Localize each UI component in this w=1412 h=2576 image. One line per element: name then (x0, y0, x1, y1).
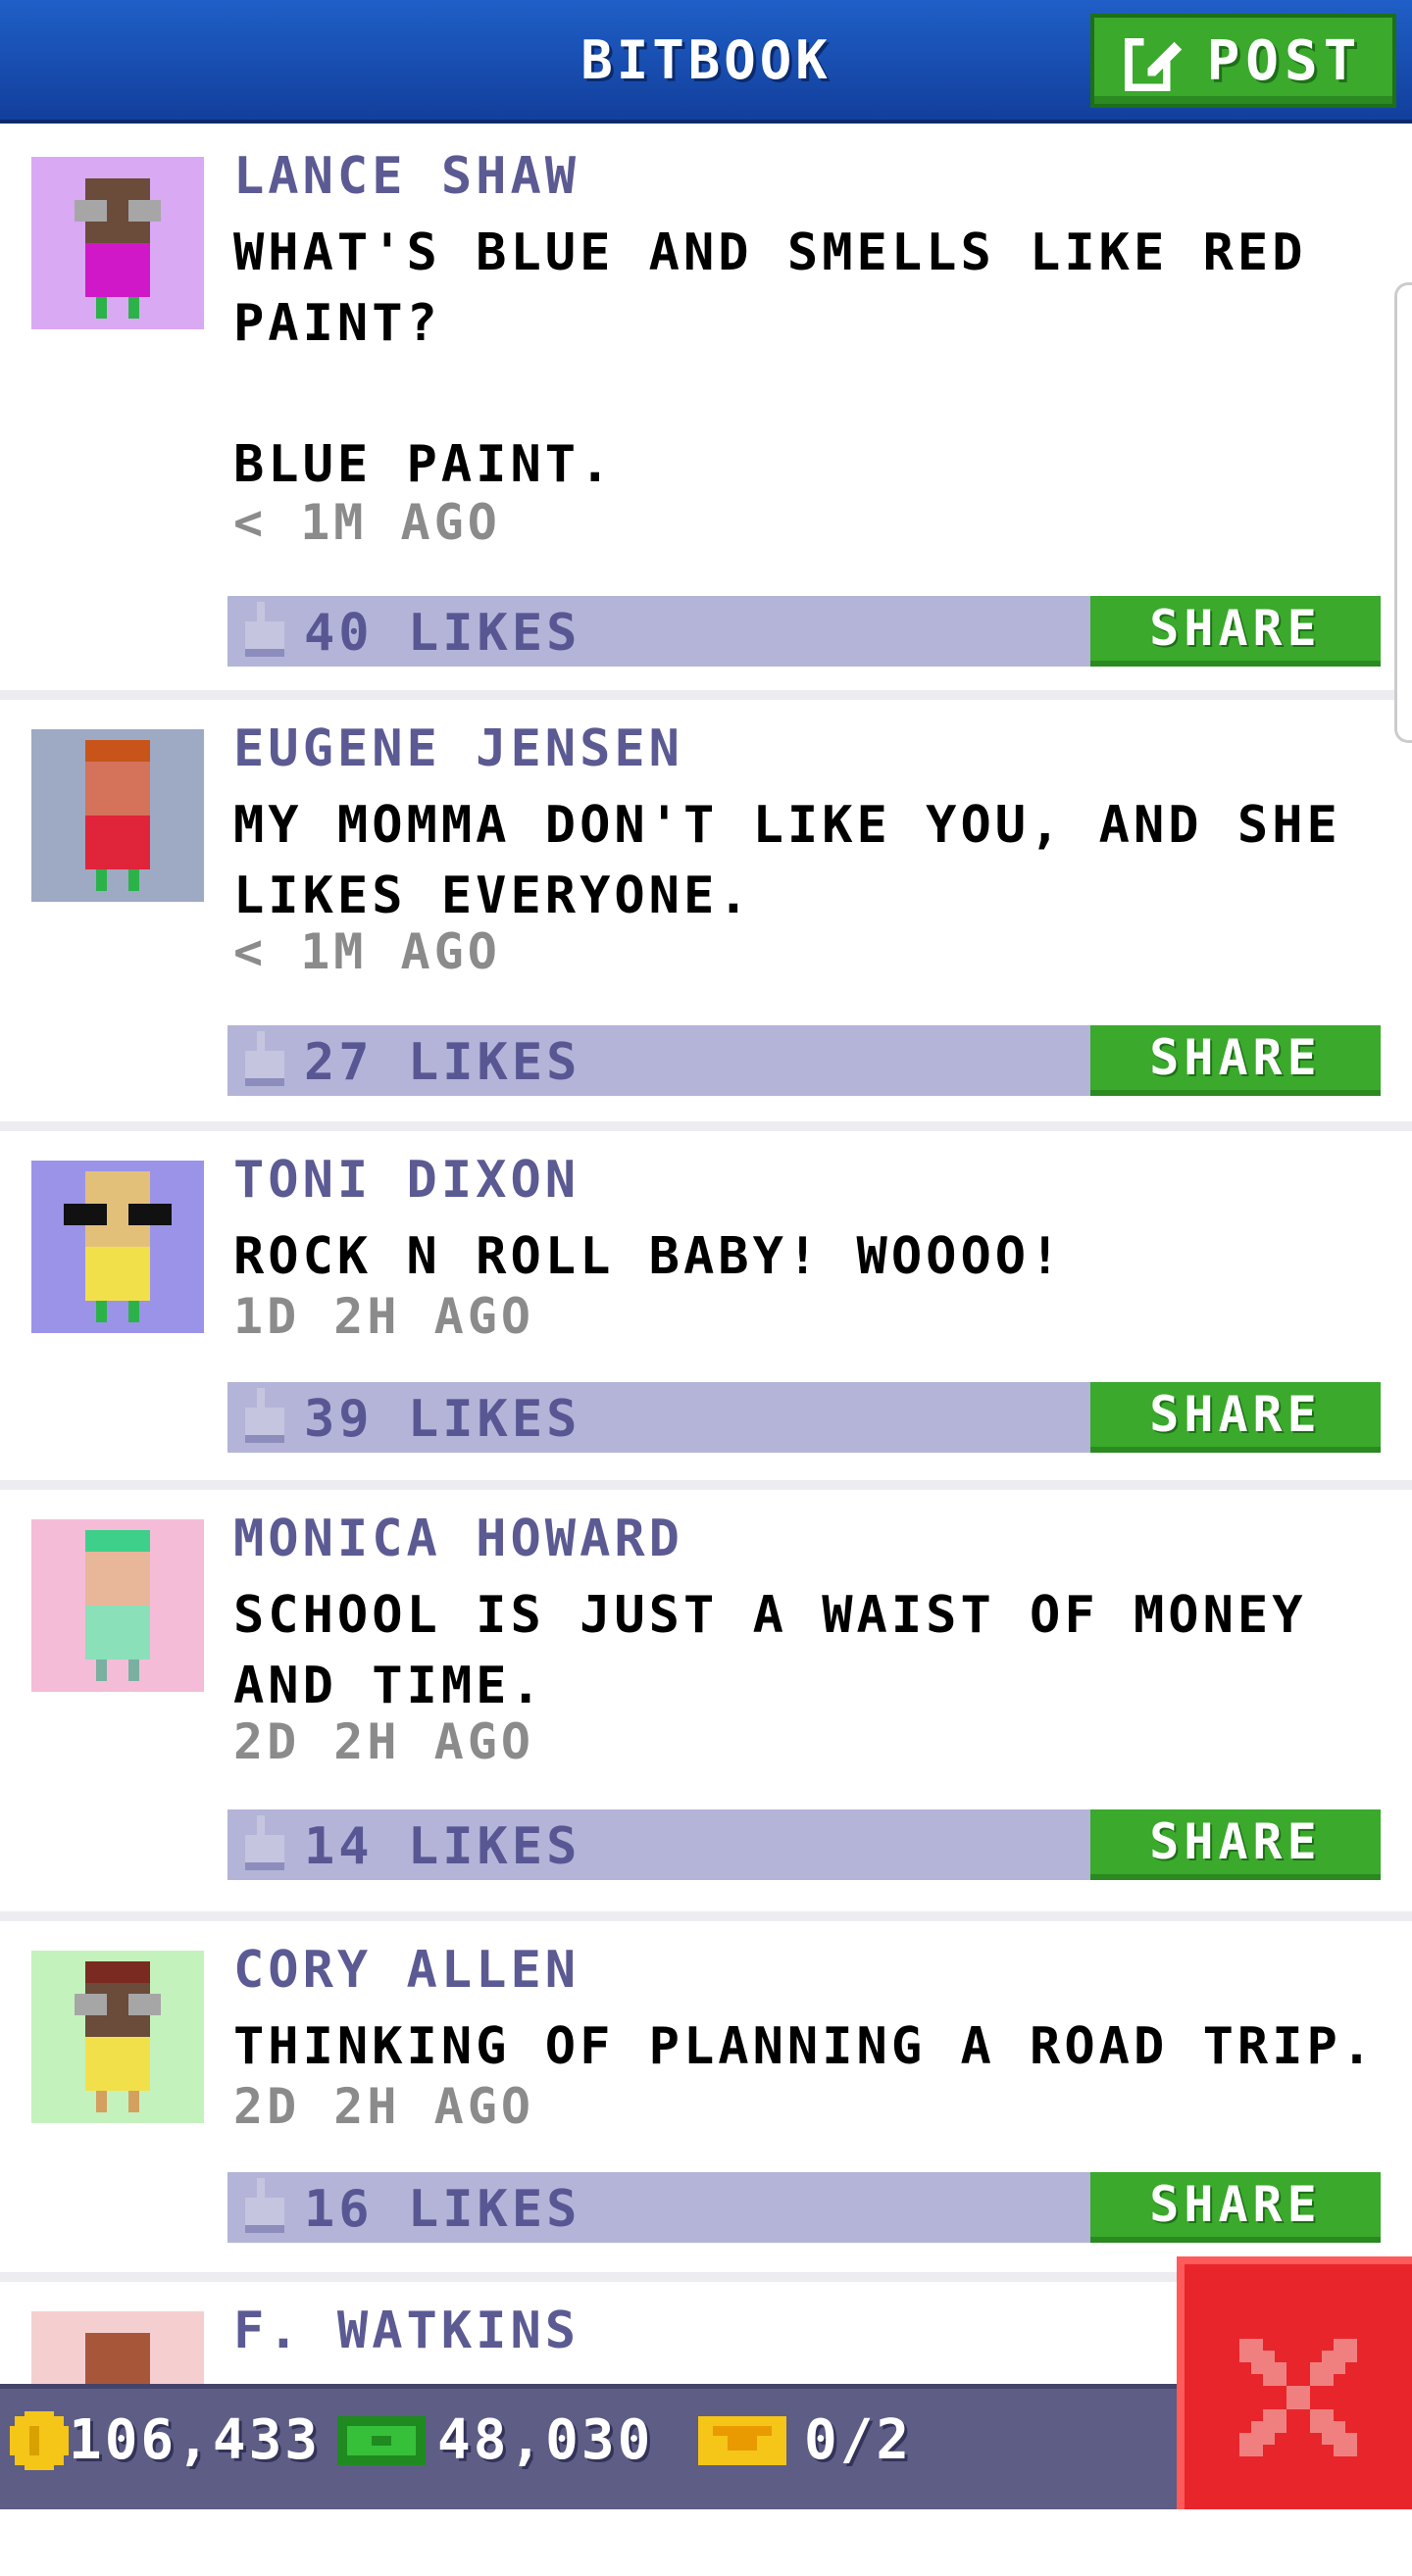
post-message: ROCK N ROLL BABY! WOOOO! (233, 1227, 1065, 1286)
post-button-label: POST (1206, 28, 1363, 93)
feed-post: LANCE SHAW WHAT'S BLUE AND SMELLS LIKE R… (0, 127, 1412, 700)
close-icon (1239, 2339, 1357, 2456)
post-message: WHAT'S BLUE AND SMELLS LIKE RED PAINT? B… (233, 223, 1307, 494)
likes-bar: 39 LIKES SHARE (227, 1382, 1381, 1453)
post-time: 2D 2H AGO (233, 1713, 534, 1770)
avatar (31, 1519, 204, 1692)
avatar (31, 157, 204, 329)
coins-value: 106,433 (69, 2408, 322, 2472)
likes-bar: 27 LIKES SHARE (227, 1025, 1381, 1096)
post-message: SCHOOL IS JUST A WAIST OF MONEY AND TIME… (233, 1586, 1307, 1715)
scrollbar[interactable] (1394, 282, 1412, 743)
thumbs-up-icon[interactable] (241, 602, 288, 657)
avatar (31, 1161, 204, 1333)
post-time: < 1M AGO (233, 923, 501, 980)
coin-icon (10, 2410, 69, 2470)
thumbs-up-icon[interactable] (241, 1388, 288, 1443)
likes-count: 40 LIKES (304, 604, 581, 663)
likes-bar: 40 LIKES SHARE (227, 596, 1381, 667)
share-button[interactable]: SHARE (1090, 2172, 1381, 2243)
share-button[interactable]: SHARE (1090, 1025, 1381, 1096)
app-header: BITBOOK POST (0, 0, 1412, 124)
feed-post: MONICA HOWARD SCHOOL IS JUST A WAIST OF … (0, 1490, 1412, 1921)
news-feed[interactable]: LANCE SHAW WHAT'S BLUE AND SMELLS LIKE R… (0, 127, 1412, 2576)
post-message: MY MOMMA DON'T LIKE YOU, AND SHE LIKES E… (233, 796, 1341, 925)
likes-count: 27 LIKES (304, 1033, 581, 1092)
likes-count: 14 LIKES (304, 1817, 581, 1876)
share-button[interactable]: SHARE (1090, 596, 1381, 667)
post-time: < 1M AGO (233, 494, 501, 551)
likes-count: 16 LIKES (304, 2180, 581, 2239)
post-time: 1D 2H AGO (233, 1288, 534, 1345)
cash-value: 48,030 (437, 2408, 654, 2472)
thumbs-up-icon[interactable] (241, 1815, 288, 1870)
feed-post: CORY ALLEN THINKING OF PLANNING A ROAD T… (0, 1921, 1412, 2282)
likes-bar: 16 LIKES SHARE (227, 2172, 1381, 2243)
post-time: 2D 2H AGO (233, 2078, 534, 2135)
post-author[interactable]: LANCE SHAW (233, 147, 580, 206)
feed-post: TONI DIXON ROCK N ROLL BABY! WOOOO! 1D 2… (0, 1131, 1412, 1490)
avatar (31, 1951, 204, 2123)
post-author[interactable]: MONICA HOWARD (233, 1510, 683, 1568)
tickets-value: 0/2 (804, 2408, 913, 2472)
post-author[interactable]: F. WATKINS (233, 2302, 580, 2360)
feed-post: EUGENE JENSEN MY MOMMA DON'T LIKE YOU, A… (0, 700, 1412, 1131)
likes-count: 39 LIKES (304, 1390, 581, 1449)
likes-bar: 14 LIKES SHARE (227, 1809, 1381, 1880)
post-author[interactable]: CORY ALLEN (233, 1941, 580, 2000)
post-author[interactable]: TONI DIXON (233, 1151, 580, 1210)
share-button[interactable]: SHARE (1090, 1809, 1381, 1880)
tickets-display: 0/2 (698, 2408, 912, 2472)
avatar (31, 729, 204, 902)
cash-icon (337, 2415, 426, 2465)
post-button[interactable]: POST (1090, 14, 1396, 108)
post-author[interactable]: EUGENE JENSEN (233, 719, 683, 778)
thumbs-up-icon[interactable] (241, 2178, 288, 2233)
edit-icon (1124, 33, 1182, 91)
ticket-icon (698, 2415, 786, 2465)
close-button[interactable] (1177, 2256, 1412, 2509)
thumbs-up-icon[interactable] (241, 1031, 288, 1086)
cash-display: 48,030 (337, 2408, 653, 2472)
coins-display: 106,433 (10, 2408, 321, 2472)
share-button[interactable]: SHARE (1090, 1382, 1381, 1453)
post-message: THINKING OF PLANNING A ROAD TRIP. (233, 2017, 1377, 2076)
